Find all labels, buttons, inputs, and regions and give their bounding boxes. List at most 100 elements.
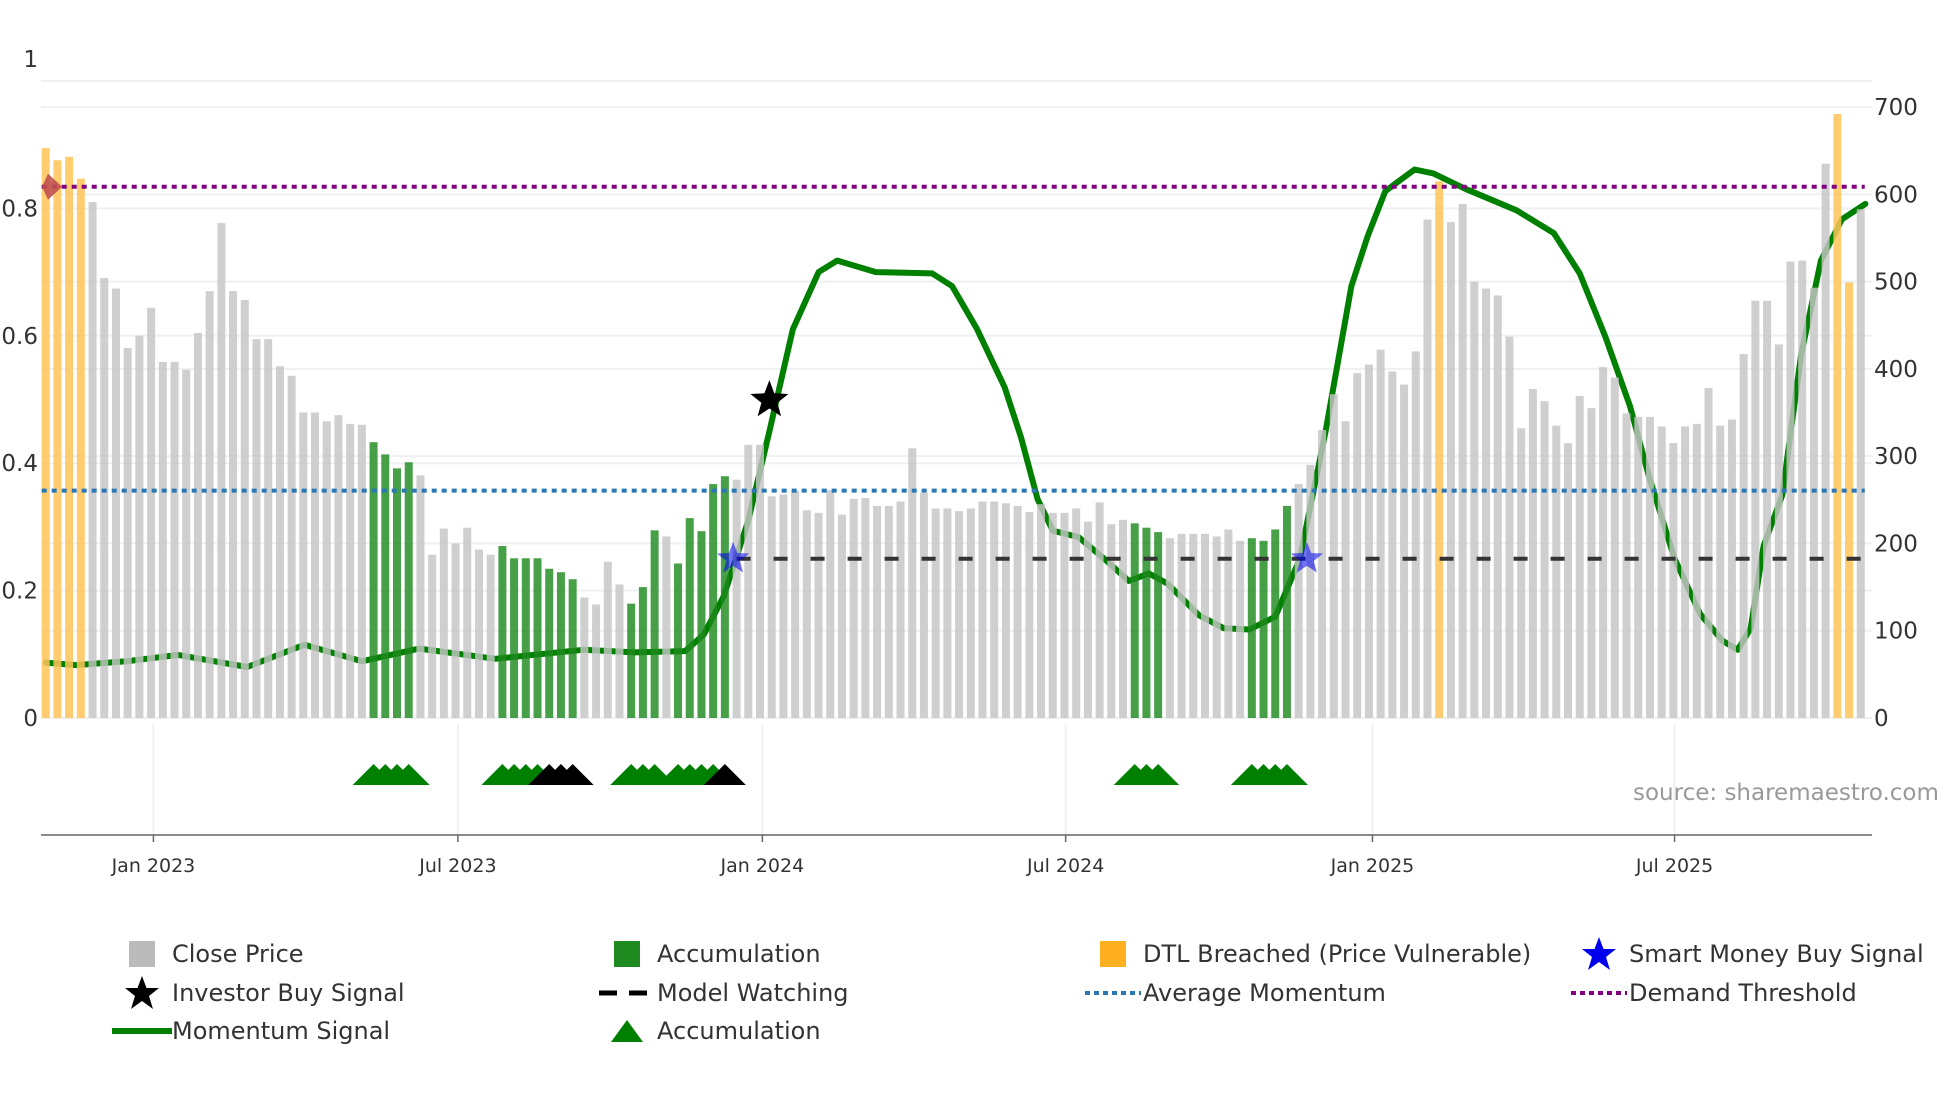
close-price-bar — [88, 202, 97, 719]
close-price-bar — [123, 347, 132, 718]
blue-star-icon — [1582, 937, 1616, 970]
black-dashed-line-icon — [599, 990, 655, 996]
accumulation-bar — [545, 568, 554, 718]
close-price-bar — [1212, 536, 1221, 718]
legend-label: Model Watching — [657, 979, 849, 1007]
close-price-bar — [662, 536, 671, 718]
accumulation-bar — [638, 587, 647, 718]
close-price-bar — [1856, 209, 1865, 719]
left-tick-label: 0 — [23, 706, 38, 732]
close-price-bar — [1446, 222, 1455, 718]
close-price-bar — [767, 496, 776, 718]
close-price-bar — [744, 444, 753, 718]
legend-label: Demand Threshold — [1629, 979, 1857, 1007]
close-price-bar — [1681, 426, 1690, 718]
close-price-bar — [1809, 287, 1818, 718]
accumulation-bar — [533, 558, 542, 718]
close-price-bar — [1669, 443, 1678, 718]
close-price-bar — [837, 514, 846, 718]
close-price-bar — [1013, 505, 1022, 718]
close-price-bar — [1236, 540, 1245, 718]
close-price-bar — [451, 543, 460, 718]
legend-label: Accumulation — [657, 940, 821, 968]
close-price-bar — [100, 278, 109, 718]
left-tick-label: 0.4 — [1, 451, 38, 477]
close-price-bar — [1692, 423, 1701, 718]
legend-accumulation-triangle: Accumulation — [611, 1014, 821, 1048]
close-price-bar — [1083, 521, 1092, 718]
close-price-bar — [1037, 504, 1046, 718]
close-price-bar — [135, 335, 144, 718]
right-tick-label: 0 — [1874, 706, 1889, 732]
close-price-bar — [252, 339, 261, 718]
dtl-breached-bar — [1845, 282, 1854, 718]
right-tick-label: 100 — [1874, 619, 1918, 645]
dtl-breached-bar — [1833, 113, 1842, 719]
close-price-bar — [1622, 413, 1631, 718]
legend-label: Investor Buy Signal — [172, 979, 405, 1007]
accumulation-bar — [697, 531, 706, 718]
close-price-bar — [287, 375, 296, 718]
close-price-bar — [1763, 300, 1772, 718]
close-price-bar — [1353, 373, 1362, 718]
close-price-bar — [264, 339, 273, 718]
close-price-bar — [1540, 401, 1549, 718]
close-price-bar — [158, 361, 167, 718]
close-price-bar — [147, 307, 156, 718]
green-line-icon — [112, 1028, 172, 1034]
close-price-bar — [1060, 512, 1069, 718]
close-price-bar — [1821, 163, 1830, 718]
close-price-bar — [1177, 533, 1186, 718]
legend-label: Smart Money Buy Signal — [1629, 940, 1924, 968]
right-tick-label: 600 — [1874, 182, 1918, 208]
close-price-bar — [416, 475, 425, 718]
close-price-bar — [873, 505, 882, 718]
x-tick-label: Jan 2023 — [111, 855, 196, 877]
green-square-icon — [614, 941, 640, 967]
close-price-bar — [955, 511, 964, 718]
dtl-breached-bar — [65, 156, 74, 718]
close-price-bar — [1716, 425, 1725, 718]
close-price-bar — [978, 501, 987, 718]
accumulation-bar — [709, 484, 718, 718]
legend-label: Close Price — [172, 940, 304, 968]
x-tick-label: Jan 2025 — [1330, 855, 1415, 877]
close-price-bar — [732, 479, 741, 718]
accumulation-bar — [510, 558, 519, 718]
dtl-breached-bar — [53, 160, 62, 719]
close-price-bar — [802, 510, 811, 718]
legend-momentum: Momentum Signal — [112, 1014, 390, 1048]
accumulation-bar — [1142, 527, 1151, 718]
right-tick-label: 700 — [1874, 95, 1918, 121]
close-price-bar — [1727, 419, 1736, 718]
close-price-bar — [1318, 429, 1327, 718]
blue-dotted-line-icon — [1085, 991, 1141, 995]
close-price-bar — [1493, 295, 1502, 718]
close-price-bar — [428, 554, 437, 718]
close-price-bar — [896, 501, 905, 718]
accumulation-bar — [650, 530, 659, 718]
close-price-bar — [1048, 512, 1057, 718]
accumulation-bar — [381, 454, 390, 718]
close-price-bar — [1739, 354, 1748, 718]
close-price-bar — [1517, 428, 1526, 718]
accumulation-bar — [685, 518, 694, 718]
legend-label: DTL Breached (Price Vulnerable) — [1143, 940, 1532, 968]
close-price-bar — [240, 299, 249, 718]
close-price-bar — [1364, 364, 1373, 718]
close-price-bar — [1470, 281, 1479, 718]
close-price-bar — [322, 421, 331, 718]
left-tick-label: 1 — [23, 47, 38, 73]
close-price-bar — [346, 423, 355, 718]
close-price-bar — [1599, 367, 1608, 718]
chart: Jan 2023 Jul 2023 Jan 2024 Jul 2024 Jan 2025… — [1, 47, 1918, 877]
accumulation-bar — [521, 558, 530, 718]
close-price-bar — [1376, 349, 1385, 718]
x-tick-label: Jan 2024 — [720, 855, 805, 877]
close-price-bar — [205, 291, 214, 718]
left-tick-label: 0.6 — [1, 324, 38, 350]
close-price-bar — [615, 584, 624, 718]
close-price-bar — [756, 444, 765, 718]
right-tick-label: 300 — [1874, 444, 1918, 470]
close-price-bar — [919, 492, 928, 718]
